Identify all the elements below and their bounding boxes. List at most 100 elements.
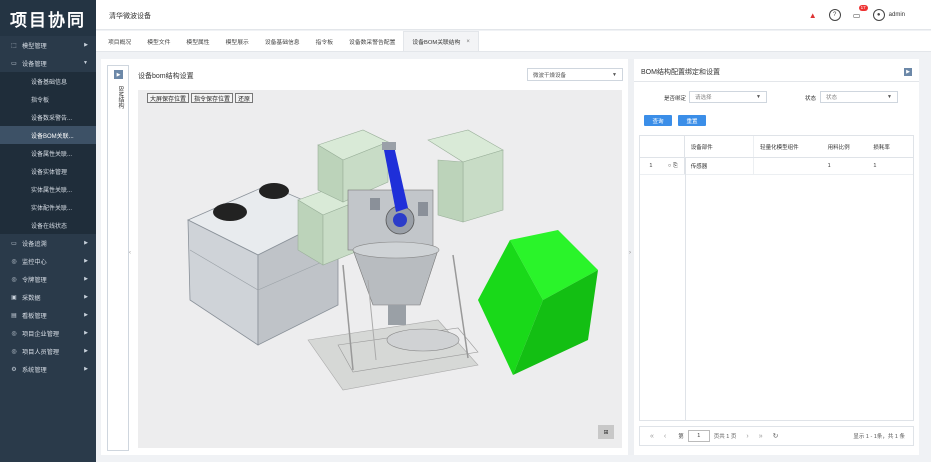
device-submenu: 设备基础信息 指令板 设备数采警告... 设备BOM关联... 设备属性关联..… [0, 72, 96, 234]
divider [634, 81, 919, 82]
next-page-icon[interactable]: › [746, 433, 748, 440]
close-icon[interactable]: × [466, 39, 470, 45]
save-command-position-button[interactable]: 指令保存位置 [191, 93, 234, 103]
chevron-down-icon: ▼ [612, 71, 617, 78]
bind-filter-label: 是否绑定 [664, 96, 687, 102]
radio-icon[interactable]: ○ [668, 163, 671, 169]
viewport-corner-button[interactable]: ⊞ [598, 425, 614, 439]
model-viewport[interactable]: 大屏保存位置 指令保存位置 还原 ⊞ [138, 90, 622, 448]
trace-icon: ▭ [11, 240, 17, 247]
table-row[interactable]: 1 ○ ⎘ 传感器 1 1 [640, 158, 913, 175]
bind-filter-select[interactable]: 请选择 ▼ [689, 91, 767, 103]
app-root: 项目协同 ⬚ 模型管理 ▶ ▭ 设备管理 ▼ 设备基础信息 指令板 设备数采警告… [0, 0, 931, 462]
expand-icon[interactable]: ▶ [114, 70, 123, 79]
user-name[interactable]: admin [889, 12, 905, 18]
submenu-item-online-status[interactable]: 设备在线状态 [0, 216, 96, 234]
bom-settings-title: 设备bom结构设置 [138, 73, 194, 80]
tab-model-attributes[interactable]: 模型属性 [178, 31, 217, 51]
submenu-item-device-basic-info[interactable]: 设备基础信息 [0, 72, 96, 90]
equipment-3d-model [187, 129, 598, 391]
restore-view-button[interactable]: 还原 [235, 93, 254, 103]
submenu-item-entity-parts[interactable]: 实体配件关联... [0, 198, 96, 216]
prev-page-icon[interactable]: ‹ [664, 433, 666, 440]
chevron-right-icon: ▶ [84, 276, 88, 282]
chevron-right-icon: ▶ [84, 294, 88, 300]
tab-data-alert-config[interactable]: 设备数采警告配置 [341, 31, 403, 51]
first-page-icon[interactable]: « [650, 433, 654, 440]
col-loss: 损耗率 [873, 144, 890, 151]
bim-panel: ▶ BIM结构 设备bom结构设置 微波干燥设备 ▼ 大屏保存位置 指令保存位置… [101, 59, 628, 455]
page-number-input[interactable]: 1 [687, 430, 710, 442]
sidebar-item-company-management[interactable]: ◎ 项目企业管理 ▶ [0, 324, 96, 342]
row-part: 传感器 [685, 158, 755, 174]
sidebar-item-label: 项目企业管理 [22, 330, 60, 338]
chevron-right-icon: ▶ [84, 366, 88, 372]
system-icon: ⚙ [11, 366, 17, 373]
app-logo: 项目协同 [0, 0, 96, 36]
sidebar-item-device-management[interactable]: ▭ 设备管理 ▼ [0, 54, 96, 72]
sidebar-item-system-management[interactable]: ⚙ 系统管理 ▶ [0, 360, 96, 378]
row-component[interactable] [754, 158, 821, 174]
sidebar-item-data-collection[interactable]: ▣ 采数据 ▶ [0, 288, 96, 306]
tab-project-overview[interactable]: 项目概况 [100, 31, 139, 51]
tab-model-display[interactable]: 模型展示 [218, 31, 257, 51]
row-loss: 1 [873, 163, 877, 169]
table-header: 设备部件 轻量化模型组件 用料比例 损耗率 [640, 136, 913, 158]
save-screen-position-button[interactable]: 大屏保存位置 [147, 93, 190, 103]
row-ratio: 1 [827, 163, 831, 169]
tab-device-basic-info[interactable]: 设备基础信息 [257, 31, 308, 51]
sidebar-item-label: 项目人员管理 [22, 348, 60, 356]
tab-label: 设备BOM关联结构 [412, 40, 461, 46]
submenu-item-entity-management[interactable]: 设备实体管理 [0, 162, 96, 180]
sidebar-item-label: 令牌管理 [22, 276, 47, 284]
reset-button[interactable]: 重置 [678, 115, 706, 126]
data-icon: ▣ [11, 294, 17, 301]
status-filter-placeholder: 状态 [826, 95, 838, 101]
refresh-icon[interactable]: ↻ [773, 432, 779, 440]
chevron-right-icon: ▶ [84, 258, 88, 264]
submenu-item-data-alert[interactable]: 设备数采警告... [0, 108, 96, 126]
sidebar-item-device-trace[interactable]: ▭ 设备追溯 ▶ [0, 234, 96, 252]
sidebar-item-label: 监控中心 [22, 258, 47, 266]
page-info: 显示 1 - 1条，共 1 条 [853, 434, 905, 440]
tab-bom-structure[interactable]: 设备BOM关联结构 × [403, 31, 479, 51]
status-filter-select[interactable]: 状态 ▼ [820, 91, 898, 103]
sidebar-item-people-management[interactable]: ◎ 项目人员管理 ▶ [0, 342, 96, 360]
query-button[interactable]: 查询 [644, 115, 672, 126]
chevron-down-icon: ▼ [756, 94, 761, 100]
sidebar-item-monitor-center[interactable]: ◎ 监控中心 ▶ [0, 252, 96, 270]
submenu-item-entity-attribute[interactable]: 实体属性关联... [0, 180, 96, 198]
tab-model-files[interactable]: 模型文件 [139, 31, 178, 51]
row-index: 1 [649, 163, 653, 169]
link-icon[interactable]: ⎘ [673, 163, 677, 170]
tab-command-board[interactable]: 指令板 [308, 31, 341, 51]
submenu-item-command-board[interactable]: 指令板 [0, 90, 96, 108]
collapse-icon[interactable]: ▶ [904, 68, 912, 76]
sidebar-menu: ⬚ 模型管理 ▶ ▭ 设备管理 ▼ 设备基础信息 指令板 设备数采警告... 设… [0, 36, 96, 378]
tab-bar: 项目概况 模型文件 模型属性 模型展示 设备基础信息 指令板 设备数采警告配置 … [96, 31, 931, 52]
header-title: 清华微波设备 [109, 13, 151, 20]
sidebar-item-token-management[interactable]: ◎ 令牌管理 ▶ [0, 270, 96, 288]
col-part: 设备部件 [685, 136, 755, 157]
left-splitter-handle[interactable]: ‹ [129, 250, 133, 260]
col-action [662, 136, 685, 157]
page-prefix: 第 [678, 434, 684, 440]
sidebar-item-label: 看板管理 [22, 312, 47, 320]
submenu-item-bom-relation[interactable]: 设备BOM关联... [0, 126, 96, 144]
monitor-icon: ◎ [11, 258, 17, 265]
help-icon[interactable]: ? [828, 9, 841, 21]
user-avatar-icon[interactable]: ● [872, 9, 885, 21]
sidebar: 项目协同 ⬚ 模型管理 ▶ ▭ 设备管理 ▼ 设备基础信息 指令板 设备数采警告… [0, 0, 96, 462]
alarm-icon[interactable]: ▲ [807, 9, 819, 21]
sidebar-item-board-management[interactable]: ▤ 看板管理 ▶ [0, 306, 96, 324]
device-select[interactable]: 微波干燥设备 ▼ [527, 68, 623, 81]
bind-filter-placeholder: 请选择 [695, 95, 712, 101]
notification-badge: 17 [858, 5, 868, 11]
message-icon[interactable]: ▭ 17 [851, 5, 868, 21]
chevron-right-icon: ▶ [84, 240, 88, 246]
last-page-icon[interactable]: » [759, 433, 763, 440]
page-suffix: 页共 1 页 [713, 434, 737, 440]
col-component: 轻量化模型组件 [760, 144, 799, 151]
sidebar-item-model-management[interactable]: ⬚ 模型管理 ▶ [0, 36, 96, 54]
submenu-item-attribute-relation[interactable]: 设备属性关联... [0, 144, 96, 162]
